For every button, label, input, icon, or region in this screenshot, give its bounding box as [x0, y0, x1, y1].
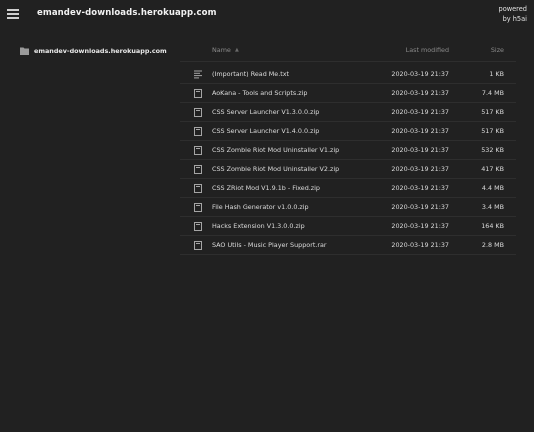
text-file-icon	[194, 70, 202, 79]
column-header-modified[interactable]: Last modified	[406, 46, 449, 54]
file-size: 2.8 MB	[481, 241, 504, 249]
file-size: 7.4 MB	[481, 89, 504, 97]
file-size: 417 KB	[481, 165, 504, 173]
file-name: SAO Utils - Music Player Support.rar	[212, 241, 327, 249]
file-size: 517 KB	[481, 108, 504, 116]
file-name: File Hash Generator v1.0.0.zip	[212, 203, 309, 211]
sidebar-folder-root[interactable]: emandev-downloads.herokuapp.com	[20, 46, 167, 56]
archive-file-icon	[194, 241, 202, 250]
powered-by-label[interactable]: powered by h5ai	[499, 4, 527, 24]
archive-file-icon	[194, 108, 202, 117]
archive-file-icon	[194, 184, 202, 193]
hamburger-menu-icon[interactable]	[7, 9, 19, 19]
file-name: AoKana - Tools and Scripts.zip	[212, 89, 308, 97]
archive-file-icon	[194, 222, 202, 231]
file-name: Hacks Extension V1.3.0.0.zip	[212, 222, 305, 230]
column-header-name[interactable]: Name	[212, 46, 231, 54]
file-name: (Important) Read Me.txt	[212, 70, 290, 78]
file-name: CSS Server Launcher V1.4.0.0.zip	[212, 127, 320, 135]
folder-icon	[20, 47, 29, 55]
file-size: 3.4 MB	[481, 203, 504, 211]
file-size: 532 KB	[481, 146, 504, 154]
file-size: 517 KB	[481, 127, 504, 135]
file-size: 164 KB	[481, 222, 504, 230]
file-modified: 2020-03-19 21:37	[391, 165, 449, 173]
file-row[interactable]: AoKana - Tools and Scripts.zip 2020-03-19…	[180, 84, 516, 103]
file-modified: 2020-03-19 21:37	[391, 241, 449, 249]
archive-file-icon	[194, 127, 202, 136]
file-modified: 2020-03-19 21:37	[391, 108, 449, 116]
sidebar-folder-label: emandev-downloads.herokuapp.com	[34, 47, 167, 55]
column-header-size[interactable]: Size	[491, 46, 504, 54]
file-modified: 2020-03-19 21:37	[391, 70, 449, 78]
file-row[interactable]: SAO Utils - Music Player Support.rar 2020…	[180, 236, 516, 255]
file-size: 4.4 MB	[481, 184, 504, 192]
file-row[interactable]: Hacks Extension V1.3.0.0.zip 2020-03-19 2…	[180, 217, 516, 236]
file-modified: 2020-03-19 21:37	[391, 184, 449, 192]
file-name: CSS Server Launcher V1.3.0.0.zip	[212, 108, 320, 116]
archive-file-icon	[194, 89, 202, 98]
file-modified: 2020-03-19 21:37	[391, 127, 449, 135]
archive-file-icon	[194, 165, 202, 174]
file-row[interactable]: CSS Server Launcher V1.4.0.0.zip 2020-03-…	[180, 122, 516, 141]
archive-file-icon	[194, 146, 202, 155]
file-rows: (Important) Read Me.txt 2020-03-19 21:37 1…	[180, 65, 516, 255]
file-modified: 2020-03-19 21:37	[391, 89, 449, 97]
file-row[interactable]: CSS Server Launcher V1.3.0.0.zip 2020-03-…	[180, 103, 516, 122]
file-modified: 2020-03-19 21:37	[391, 222, 449, 230]
file-row[interactable]: CSS ZRiot Mod V1.9.1b - Fixed.zip 2020-03…	[180, 179, 516, 198]
file-row[interactable]: CSS Zombie Riot Mod Uninstaller V2.zip 20…	[180, 160, 516, 179]
file-name: CSS Zombie Riot Mod Uninstaller V2.zip	[212, 165, 340, 173]
file-name: CSS ZRiot Mod V1.9.1b - Fixed.zip	[212, 184, 320, 192]
archive-file-icon	[194, 203, 202, 212]
file-row[interactable]: (Important) Read Me.txt 2020-03-19 21:37 1…	[180, 65, 516, 84]
file-row[interactable]: CSS Zombie Riot Mod Uninstaller V1.zip 20…	[180, 141, 516, 160]
file-name: CSS Zombie Riot Mod Uninstaller V1.zip	[212, 146, 340, 154]
file-modified: 2020-03-19 21:37	[391, 203, 449, 211]
sort-arrow-icon: ▲	[235, 47, 239, 53]
top-bar: emandev-downloads.herokuapp.com powered …	[0, 0, 534, 30]
site-title[interactable]: emandev-downloads.herokuapp.com	[37, 8, 217, 18]
file-modified: 2020-03-19 21:37	[391, 146, 449, 154]
file-listing: Name ▲ Last modified Size (Important) Re…	[180, 40, 516, 255]
file-row[interactable]: File Hash Generator v1.0.0.zip 2020-03-19…	[180, 198, 516, 217]
file-size: 1 KB	[489, 70, 504, 78]
listing-header: Name ▲ Last modified Size	[180, 40, 516, 62]
